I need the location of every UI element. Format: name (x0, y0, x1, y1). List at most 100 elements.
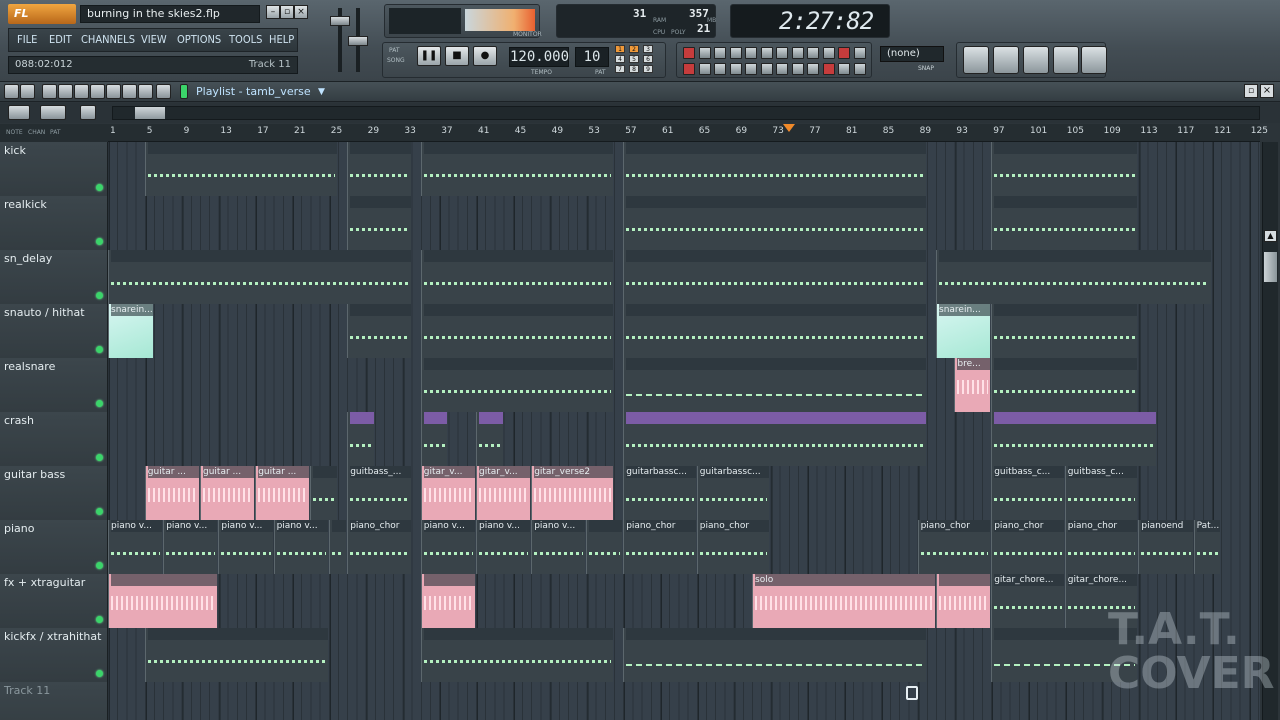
track-lane[interactable] (108, 142, 1260, 196)
pattern-clip[interactable] (991, 196, 1138, 250)
pattern-slot-2[interactable]: 2 (629, 45, 639, 53)
track-header[interactable]: piano (0, 520, 108, 574)
piano-roll-button[interactable] (1023, 46, 1049, 74)
track-lane[interactable] (108, 412, 1260, 466)
magnet-icon[interactable] (20, 84, 35, 99)
tool-toggle-icon[interactable] (683, 63, 695, 75)
pattern-slot-4[interactable]: 4 (615, 55, 625, 63)
track-mute-led[interactable] (96, 238, 103, 245)
track-mute-led[interactable] (96, 454, 103, 461)
pattern-clip[interactable] (623, 304, 926, 358)
horizontal-scroll-thumb[interactable] (135, 107, 165, 119)
pattern-clip[interactable] (347, 196, 411, 250)
tool-toggle-icon[interactable] (791, 47, 804, 59)
menu-file[interactable]: FILE (17, 29, 37, 51)
tempo-display[interactable]: 120.000 (509, 47, 569, 67)
pattern-clip[interactable]: guitbass_c... (1064, 466, 1138, 520)
pattern-slot-1[interactable]: 1 (615, 45, 625, 53)
pattern-clip[interactable]: piano_chor (623, 520, 696, 574)
pattern-clip[interactable] (328, 520, 347, 574)
pattern-slot-7[interactable]: 7 (615, 65, 625, 73)
tool-toggle-icon[interactable] (729, 47, 742, 59)
tool-toggle-icon[interactable] (776, 63, 788, 75)
tool-toggle-icon[interactable] (822, 47, 835, 59)
pattern-clip[interactable] (476, 412, 503, 466)
pattern-clip[interactable]: guitar ... (200, 466, 255, 520)
song-mode-label[interactable]: SONG (387, 57, 405, 64)
pattern-clip[interactable] (586, 520, 623, 574)
pattern-clip[interactable]: guitar ... (144, 466, 199, 520)
pat-mode-label[interactable]: PAT (389, 47, 400, 54)
tool-toggle-icon[interactable] (791, 63, 804, 75)
pattern-clip[interactable] (936, 574, 991, 628)
pattern-clip[interactable]: guitbass_c... (991, 466, 1064, 520)
pattern-clip[interactable]: snarein... (936, 304, 991, 358)
pattern-clip[interactable] (623, 358, 926, 412)
track-mute-led[interactable] (96, 670, 103, 677)
playlist-menu-icon[interactable] (4, 84, 19, 99)
pattern-clip[interactable] (623, 142, 926, 196)
pattern-clip[interactable]: guitarbassc... (623, 466, 696, 520)
tool-toggle-icon[interactable] (729, 63, 742, 75)
tool-toggle-icon[interactable] (838, 63, 850, 75)
pencil-icon[interactable] (42, 84, 57, 99)
pattern-clip[interactable] (623, 196, 926, 250)
tool-toggle-icon[interactable] (853, 63, 866, 75)
track-lane[interactable] (108, 682, 1260, 720)
pattern-clip[interactable]: piano v... (273, 520, 328, 574)
tool-toggle-icon[interactable] (838, 47, 850, 59)
track-header[interactable]: Track 11 (0, 682, 108, 720)
pattern-clip[interactable] (420, 358, 613, 412)
pattern-clip[interactable] (420, 628, 613, 682)
pattern-clip[interactable] (991, 304, 1138, 358)
chevron-down-icon[interactable]: ▼ (318, 83, 325, 101)
song-time-display[interactable]: 2:27:82 (779, 7, 874, 35)
track-header[interactable]: kickfx / xtrahithat (0, 628, 108, 682)
track-mute-led[interactable] (96, 508, 103, 515)
pattern-clip[interactable] (420, 412, 448, 466)
pattern-clip[interactable] (420, 574, 475, 628)
pattern-clip[interactable]: gitar_v... (420, 466, 475, 520)
pattern-clip[interactable]: guitar ... (255, 466, 310, 520)
track-header[interactable]: sn_delay (0, 250, 108, 304)
menu-view[interactable]: VIEW (141, 29, 167, 51)
menu-edit[interactable]: EDIT (49, 29, 72, 51)
pattern-clip[interactable] (623, 412, 926, 466)
pause-button[interactable]: ❚❚ (417, 46, 441, 66)
track-mute-led[interactable] (96, 400, 103, 407)
timeline-ruler[interactable]: 1 5 9 13 17 21 25 29 33 37 41 45 49 53 57 61 65 69 73 77 81 8… (108, 124, 1268, 142)
pattern-clip[interactable] (347, 412, 374, 466)
playlist-window-button[interactable] (963, 46, 989, 74)
playhead-marker[interactable] (782, 124, 795, 132)
pattern-clip[interactable] (991, 412, 1156, 466)
pattern-clip[interactable] (420, 142, 613, 196)
menu-channels[interactable]: CHANNELS (81, 29, 135, 51)
pattern-clip[interactable]: gitar_v... (476, 466, 531, 520)
track-lane[interactable] (108, 628, 1260, 682)
step-sequencer-button[interactable] (993, 46, 1019, 74)
pattern-clip[interactable] (347, 304, 411, 358)
track-header[interactable]: realkick (0, 196, 108, 250)
playlist-detach-button[interactable]: ▫ (1244, 84, 1258, 98)
playlist-close-button[interactable]: × (1260, 84, 1274, 98)
track-lane[interactable]: solo gitar_chore... gitar_chore... (108, 574, 1260, 628)
track-header[interactable]: crash (0, 412, 108, 466)
pattern-clip[interactable]: piano_chor (991, 520, 1064, 574)
close-button[interactable]: × (294, 5, 308, 19)
track-lane[interactable]: piano v... piano v... piano v... piano v...… (108, 520, 1260, 574)
menu-help[interactable]: HELP (269, 29, 294, 51)
pattern-clip[interactable] (623, 628, 926, 682)
brush-icon[interactable] (58, 84, 73, 99)
track-lane[interactable]: snarein... snarein... (108, 304, 1260, 358)
pattern-clip[interactable] (310, 466, 337, 520)
mute-tool-icon[interactable] (74, 84, 89, 99)
tool-toggle-icon[interactable] (807, 47, 819, 59)
master-pitch-slider[interactable] (348, 36, 368, 46)
playlist-title[interactable]: Playlist - tamb_verse (196, 83, 311, 101)
pattern-clip[interactable]: gitar_verse2 (531, 466, 613, 520)
pattern-clip[interactable] (420, 250, 613, 304)
tool-toggle-icon[interactable] (822, 63, 835, 75)
menu-options[interactable]: OPTIONS (177, 29, 221, 51)
stop-button[interactable]: ■ (445, 46, 469, 66)
track-header[interactable]: realsnare (0, 358, 108, 412)
